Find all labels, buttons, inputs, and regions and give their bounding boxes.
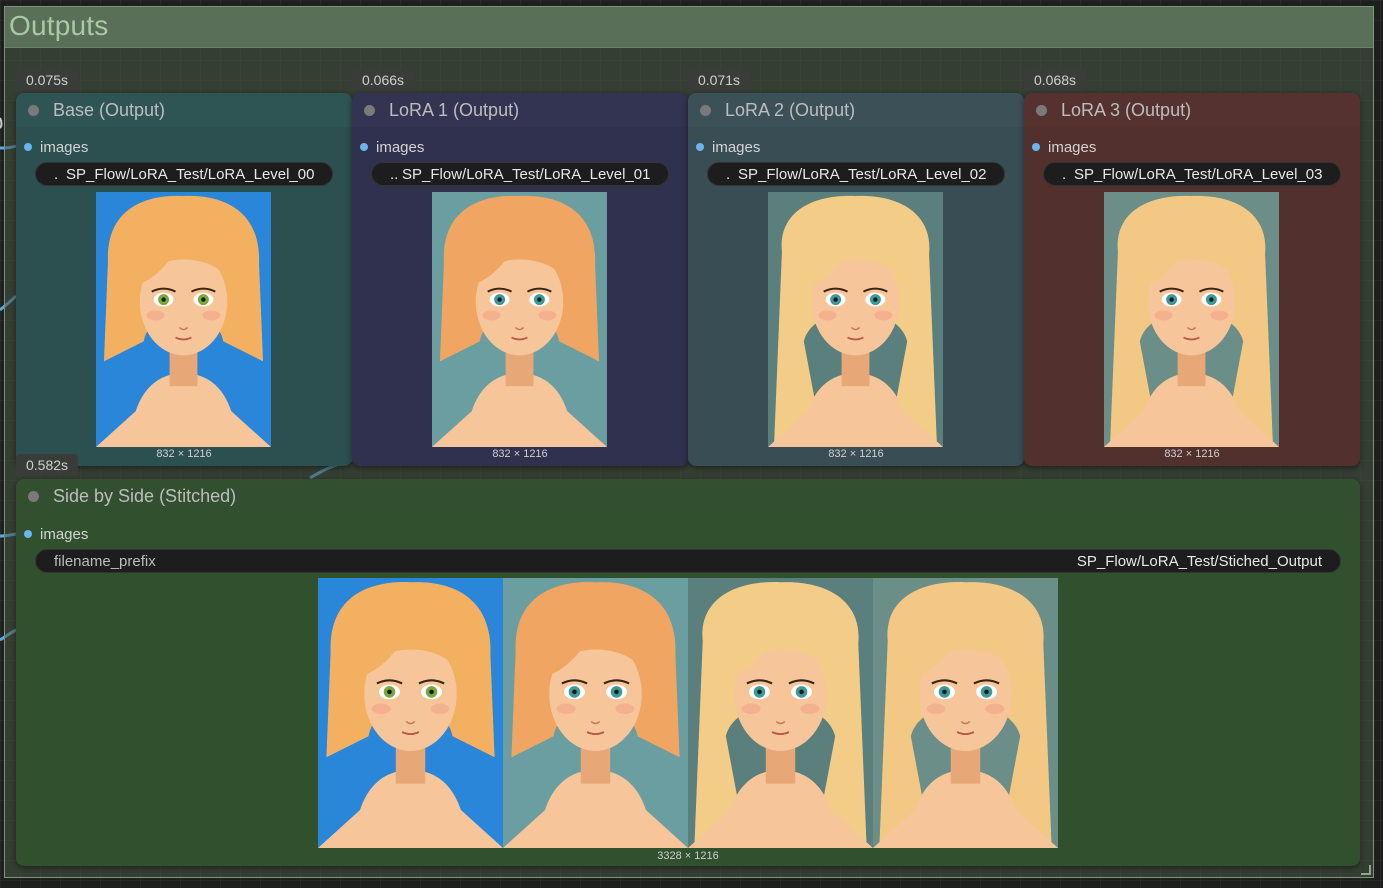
node-timing-badge: 0.071s [688, 69, 751, 91]
group-resize-handle[interactable] [1361, 865, 1371, 875]
node-collapse-dot[interactable] [28, 105, 39, 116]
widget-prefix-mark: .. [390, 166, 399, 183]
portrait-blue-bg [318, 578, 503, 848]
input-slot-images[interactable]: images [360, 139, 424, 156]
node-lora1-output[interactable]: LoRA 1 (Output) images .. SP_Flow/LoRA_T… [352, 93, 688, 466]
slot-dot-icon[interactable] [1032, 143, 1040, 151]
widget-value: SP_Flow/LoRA_Test/Stiched_Output [1076, 553, 1322, 570]
image-preview[interactable] [432, 192, 607, 447]
slot-dot-icon[interactable] [360, 143, 368, 151]
widget-prefix-mark: . [54, 166, 59, 183]
input-slot-images[interactable]: images [696, 139, 760, 156]
input-slot-images[interactable]: images [24, 526, 88, 543]
image-preview[interactable] [1104, 192, 1279, 447]
group-header[interactable]: Outputs [5, 7, 1373, 48]
slot-dot-icon[interactable] [696, 143, 704, 151]
node-collapse-dot[interactable] [1036, 105, 1047, 116]
image-dimensions: 832 × 1216 [492, 448, 548, 460]
node-base-output[interactable]: Base (Output) images . SP_Flow/LoRA_Test… [16, 93, 352, 466]
stitched-image-part[interactable] [318, 578, 503, 848]
filename-widget[interactable]: .. SP_Flow/LoRA_Test/LoRA_Level_01 [371, 162, 669, 186]
filename-value: SP_Flow/LoRA_Test/LoRA_Level_00 [66, 166, 315, 183]
portrait-long-hair-2 [1104, 192, 1279, 447]
node-title: LoRA 2 (Output) [725, 100, 856, 120]
node-header[interactable]: LoRA 2 (Output) [688, 93, 1024, 127]
node-title: Side by Side (Stitched) [53, 486, 237, 506]
portrait-blue-bg [96, 192, 271, 447]
node-title: Base (Output) [53, 100, 166, 120]
portrait-teal-bg [503, 578, 688, 848]
node-collapse-dot[interactable] [364, 105, 375, 116]
image-dimensions: 832 × 1216 [828, 448, 884, 460]
node-side-by-side-stitched[interactable]: Side by Side (Stitched) images filename_… [16, 479, 1360, 866]
node-collapse-dot[interactable] [700, 105, 711, 116]
image-preview[interactable] [768, 192, 943, 447]
slot-label: images [40, 139, 89, 156]
slot-label: images [40, 526, 89, 543]
node-header[interactable]: LoRA 1 (Output) [352, 93, 688, 127]
filename-widget[interactable]: . SP_Flow/LoRA_Test/LoRA_Level_03 [1043, 162, 1341, 186]
filename-value: SP_Flow/LoRA_Test/LoRA_Level_01 [402, 166, 651, 183]
node-timing-badge: 0.068s [1024, 69, 1087, 91]
node-lora3-output[interactable]: LoRA 3 (Output) images . SP_Flow/LoRA_Te… [1024, 93, 1360, 466]
portrait-long-hair-2 [873, 578, 1058, 848]
node-header[interactable]: LoRA 3 (Output) [1024, 93, 1360, 127]
filename-prefix-widget[interactable]: filename_prefix SP_Flow/LoRA_Test/Stiche… [35, 549, 1341, 573]
portrait-teal-bg [432, 192, 607, 447]
stitched-image-part[interactable] [873, 578, 1058, 848]
node-timing-badge: 0.582s [16, 454, 79, 476]
node-collapse-dot[interactable] [28, 491, 39, 502]
node-title: LoRA 1 (Output) [389, 100, 520, 120]
slot-label: images [376, 139, 425, 156]
widget-label: filename_prefix [54, 553, 156, 570]
portrait-long-hair [688, 578, 873, 848]
stitched-image-part[interactable] [503, 578, 688, 848]
slot-label: images [1048, 139, 1097, 156]
node-header[interactable]: Base (Output) [16, 93, 352, 127]
image-dimensions: 832 × 1216 [1164, 448, 1220, 460]
slot-dot-icon[interactable] [24, 530, 32, 538]
filename-widget[interactable]: . SP_Flow/LoRA_Test/LoRA_Level_00 [35, 162, 333, 186]
image-preview[interactable] [96, 192, 271, 447]
stitched-image-part[interactable] [688, 578, 873, 848]
input-slot-images[interactable]: images [24, 139, 88, 156]
portrait-long-hair [768, 192, 943, 447]
node-lora2-output[interactable]: LoRA 2 (Output) images . SP_Flow/LoRA_Te… [688, 93, 1024, 466]
group-title: Outputs [9, 10, 109, 41]
image-dimensions: 3328 × 1216 [657, 850, 719, 862]
node-timing-badge: 0.075s [16, 69, 79, 91]
filename-widget[interactable]: . SP_Flow/LoRA_Test/LoRA_Level_02 [707, 162, 1005, 186]
node-timing-badge: 0.066s [352, 69, 415, 91]
input-slot-images[interactable]: images [1032, 139, 1096, 156]
filename-value: SP_Flow/LoRA_Test/LoRA_Level_03 [1074, 166, 1323, 183]
node-title: LoRA 3 (Output) [1061, 100, 1192, 120]
node-header[interactable]: Side by Side (Stitched) [16, 479, 1360, 513]
filename-value: SP_Flow/LoRA_Test/LoRA_Level_02 [738, 166, 987, 183]
widget-prefix-mark: . [726, 166, 731, 183]
slot-dot-icon[interactable] [24, 143, 32, 151]
widget-prefix-mark: . [1062, 166, 1067, 183]
slot-label: images [712, 139, 761, 156]
